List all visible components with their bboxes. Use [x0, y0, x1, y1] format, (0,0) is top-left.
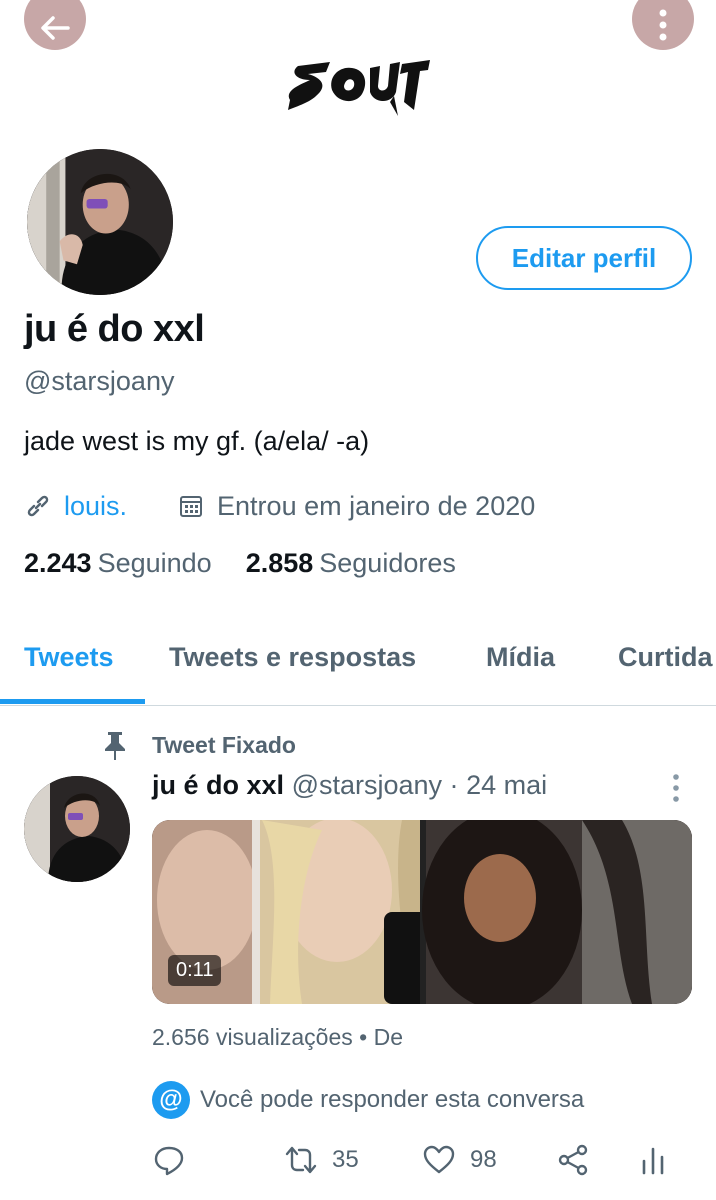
- tweet-header: ju é do xxl @starsjoany · 24 mai: [152, 770, 547, 801]
- reply-permission-text: Você pode responder esta conversa: [200, 1086, 585, 1113]
- calendar-icon: [180, 496, 203, 517]
- profile-bio: jade west is my gf. (a/ela/ -a): [24, 426, 370, 456]
- followers-count: 2.858: [245, 548, 314, 578]
- analytics-button[interactable]: [636, 1138, 684, 1182]
- tab-tweets[interactable]: Tweets: [24, 642, 114, 673]
- like-button[interactable]: 98: [422, 1138, 497, 1182]
- tab-likes[interactable]: Curtida: [618, 642, 713, 673]
- views-count: 2.656 visualizações: [152, 1024, 353, 1050]
- followers-stat[interactable]: 2.858 Seguidores: [246, 548, 456, 579]
- more-vertical-icon: [659, 9, 667, 41]
- profile-tabs: Tweets Tweets e respostas Mídia Curtida: [0, 618, 716, 706]
- tweet-separator: ·: [449, 770, 459, 800]
- tweet-video[interactable]: 0:11: [152, 820, 692, 1004]
- following-count: 2.243: [24, 548, 92, 578]
- views-separator: •: [359, 1024, 374, 1050]
- profile-handle: @starsjoany: [24, 366, 175, 396]
- tweet-author-avatar[interactable]: [24, 776, 130, 882]
- tweet-views: 2.656 visualizações • De: [152, 1024, 403, 1051]
- pinned-label-row: Tweet Fixado: [102, 728, 296, 762]
- banner-logo: [288, 60, 430, 116]
- reply-button[interactable]: [152, 1138, 200, 1182]
- tab-tweets-replies[interactable]: Tweets e respostas: [169, 642, 416, 673]
- profile-avatar[interactable]: [24, 146, 176, 298]
- video-thumbnail: [152, 820, 692, 1004]
- arrow-left-icon: [41, 16, 70, 40]
- analytics-icon: [642, 1147, 664, 1175]
- active-tab-indicator: [0, 699, 145, 704]
- back-button[interactable]: [24, 0, 86, 50]
- following-label: Seguindo: [97, 548, 212, 578]
- display-name: ju é do xxl: [24, 308, 205, 350]
- at-sign-icon: @: [152, 1081, 190, 1119]
- followers-label: Seguidores: [319, 548, 456, 578]
- tweet-actions: 35 98: [152, 1138, 692, 1182]
- joined-date: Entrou em janeiro de 2020: [217, 490, 536, 521]
- avatar-photo: [27, 149, 173, 295]
- tweet-author-handle[interactable]: @starsjoany: [292, 770, 442, 800]
- like-count: 98: [470, 1146, 497, 1173]
- follow-stats: 2.243 Seguindo 2.858 Seguidores: [24, 548, 490, 579]
- more-options-button[interactable]: [632, 0, 694, 50]
- profile-meta: louis. Entrou em janeiro de 2020: [24, 486, 535, 526]
- reply-permission-row: @ Você pode responder esta conversa: [152, 1080, 584, 1120]
- website-link[interactable]: louis.: [64, 491, 127, 522]
- tab-media[interactable]: Mídia: [486, 642, 555, 673]
- retweet-count: 35: [332, 1146, 359, 1173]
- views-suffix: De: [373, 1024, 403, 1050]
- link-icon: [27, 495, 49, 517]
- share-button[interactable]: [556, 1138, 604, 1182]
- edit-profile-button[interactable]: Editar perfil: [476, 226, 692, 290]
- retweet-button[interactable]: 35: [284, 1138, 359, 1182]
- tweet-more-icon[interactable]: [666, 772, 686, 804]
- tweet-date[interactable]: 24 mai: [466, 770, 547, 800]
- tweet-avatar-photo: [24, 776, 130, 882]
- heart-icon: [423, 1145, 455, 1174]
- retweet-icon: [285, 1146, 317, 1174]
- reply-icon: [154, 1146, 184, 1176]
- pin-icon: [105, 732, 125, 760]
- following-stat[interactable]: 2.243 Seguindo: [24, 548, 212, 579]
- tweet-author-name[interactable]: ju é do xxl: [152, 770, 284, 800]
- pinned-tweet-label: Tweet Fixado: [152, 731, 296, 758]
- share-icon: [558, 1144, 588, 1176]
- video-duration: 0:11: [168, 955, 222, 986]
